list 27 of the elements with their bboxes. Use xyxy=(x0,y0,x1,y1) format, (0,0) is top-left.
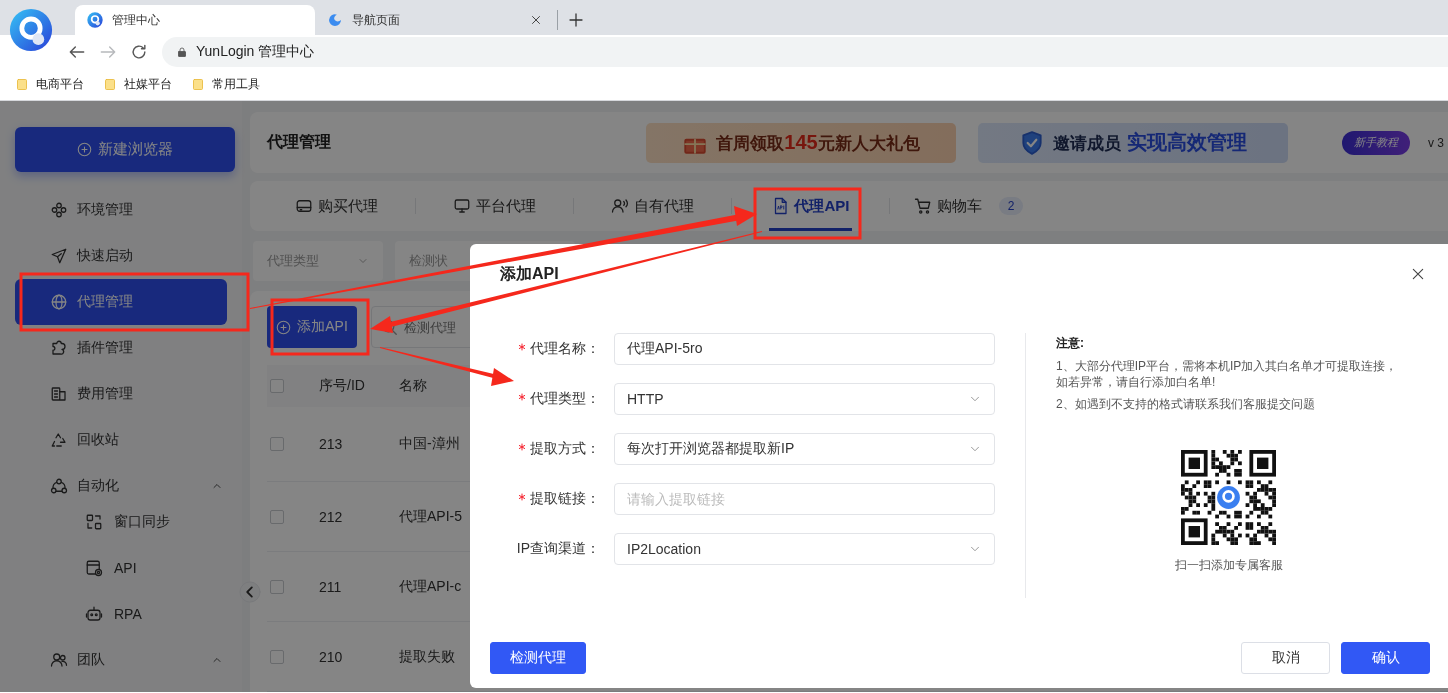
field-label: IP查询渠道： xyxy=(516,540,600,558)
table-cell: 中国-漳州 xyxy=(399,435,460,453)
table-cell: 代理API-c xyxy=(399,577,462,596)
table-cell: 代理API-5 xyxy=(399,507,462,526)
banner-text: 邀请成员 实现高效管理 xyxy=(1053,130,1247,155)
version-label: v 3 xyxy=(1428,135,1445,150)
banner-text: 首周领取145元新人大礼包 xyxy=(716,130,920,155)
column-header: 序号/ID xyxy=(319,377,366,395)
field-label: 代理名称： xyxy=(530,340,600,358)
table-cell-text: 212 xyxy=(319,508,344,525)
table-cell: 提取失败 xyxy=(399,647,455,666)
page-title: 代理管理 xyxy=(267,132,332,152)
field-label: 代理类型： xyxy=(530,390,600,408)
field-label: 提取方式： xyxy=(530,440,600,458)
tab-title: 导航页面 xyxy=(352,11,400,29)
notice-text: 1、大部分代理IP平台，需将本机IP加入其白名单才可提取连接，如若异常，请自行添加白名单! xyxy=(1056,358,1399,390)
notice-title: 注意: xyxy=(1056,335,1085,352)
table-cell-text: 210 xyxy=(319,648,344,665)
notice-text: 2、如遇到不支持的格式请联系我们客服提交问题 xyxy=(1056,396,1316,412)
field-label: 提取链接： xyxy=(530,490,600,508)
tab-title: 管理中心 xyxy=(112,11,160,29)
dialog-title: 添加API xyxy=(500,263,559,284)
count-badge: 2 xyxy=(998,197,1024,215)
table-cell-text: 213 xyxy=(319,436,344,452)
column-header: 名称 xyxy=(399,377,427,395)
qr-caption: 扫一扫添加专属客服 xyxy=(1173,557,1284,574)
table-cell-text: 211 xyxy=(319,578,343,595)
